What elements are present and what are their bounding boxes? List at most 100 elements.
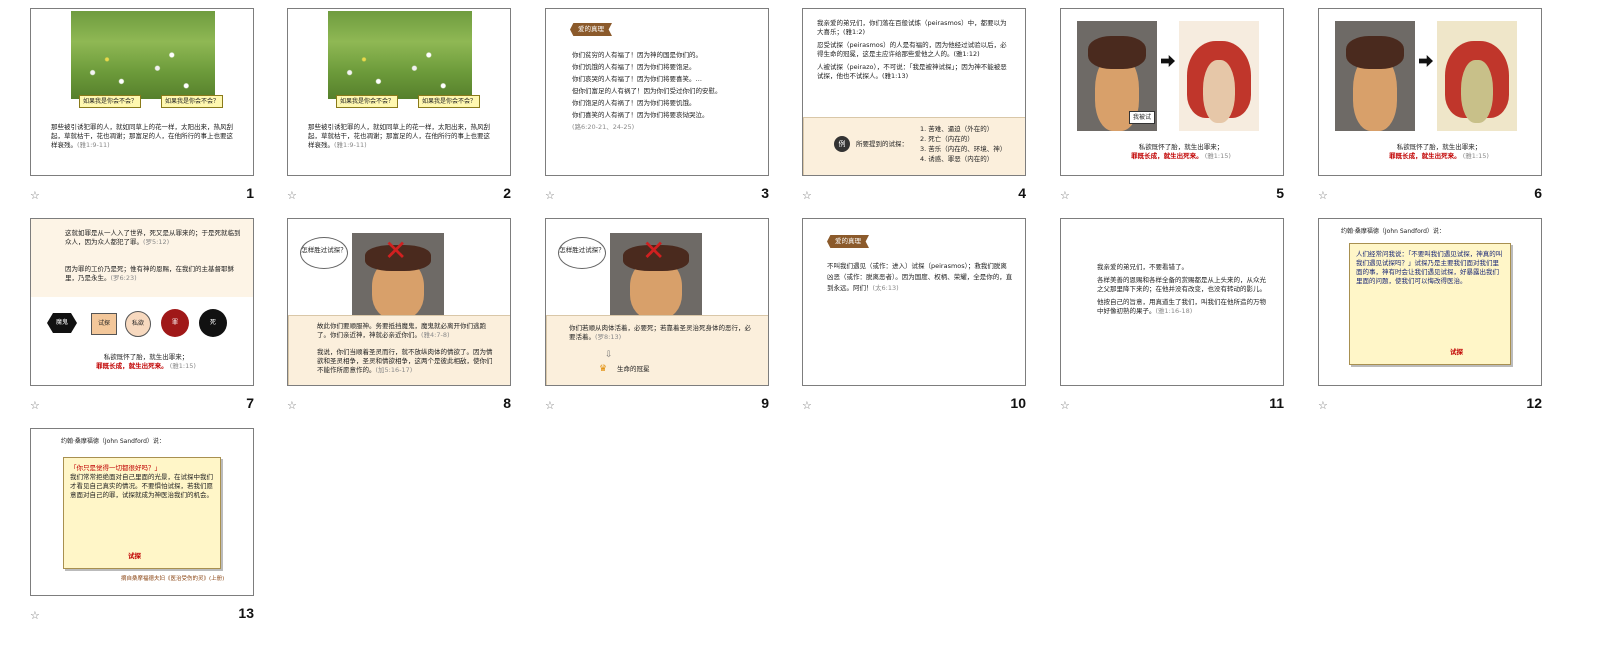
slide-thumbnail-6[interactable]: 私欲既怀了胎，就生出罪来； 罪既长成，就生出死来。 (雅1:15) [1318, 8, 1542, 176]
slide-text: 你们贫穷的人有福了！因为神的国是你们的。 你们饥饿的人有福了！因为你们将要饱足。… [572, 51, 722, 131]
crown-icon: ♛ [599, 364, 608, 374]
slide-thumbnail-13[interactable]: 约翰·桑摩福德（John Sandford）说： 「你只是觉得一切都很好吗？」 … [30, 428, 254, 596]
callout: 如果我是你会不会？ [79, 95, 142, 108]
star-icon: ☆ [802, 189, 812, 202]
slide-number: 3 [761, 185, 769, 201]
slide-cell: 我亲爱的弟兄们，你们落在百般试炼（peirasmos）中，都要以为大喜乐；(雅1… [802, 8, 1026, 208]
text-band: 你们若顺从肉体活着，必要死；若靠着圣灵治死身体的恶行，必要活着。(罗8:13) … [546, 315, 768, 385]
slide-text: 这就如罪是从一人入了世界，死又是从罪来的；于是死就临到众人，因为众人都犯了罪。(… [65, 229, 241, 246]
section-tag: 爱的真理 [570, 23, 612, 36]
slide-text: 那些被引诱犯罪的人，就如同草上的花一样，太阳出来，热风刮起，草就枯干，花也凋谢；… [51, 123, 233, 149]
arrow-icon [1419, 55, 1433, 67]
crown-label: 生命的冠冕 [617, 365, 650, 373]
star-icon: ☆ [1318, 189, 1328, 202]
slide-cell: 约翰·桑摩福德（John Sandford）说： 人们经常问我说：「不要叫我们遇… [1318, 218, 1542, 418]
slide-text: 那些被引诱犯罪的人，就如同草上的花一样，太阳出来，热风刮起，草就枯干，花也凋谢；… [308, 123, 490, 149]
chain-node: 试探 [91, 313, 117, 335]
woman-face-image [1437, 21, 1517, 131]
slide-number: 5 [1276, 185, 1284, 201]
star-icon: ☆ [545, 399, 555, 412]
slide-text: 你们若顺从肉体活着，必要死；若靠着圣灵治死身体的恶行，必要活着。(罗8:13) [569, 324, 751, 341]
star-icon: ☆ [287, 399, 297, 412]
slide-cell: 如果我是你会不会？ 如果我是你会不会？ 那些被引诱犯罪的人，就如同草上的花一样，… [30, 8, 254, 208]
slide-cell: 怎样胜过试探？ ✕ 你们若顺从肉体活着，必要死；若靠着圣灵治死身体的恶行，必要活… [545, 218, 769, 418]
slide-thumbnail-12[interactable]: 约翰·桑摩福德（John Sandford）说： 人们经常问我说：「不要叫我们遇… [1318, 218, 1542, 386]
slide-thumbnail-11[interactable]: 我亲爱的弟兄们，不要看错了。 各样美善的恩赐和各样全备的赏赐都是从上头来的，从众… [1060, 218, 1284, 386]
note-text: 「你只是觉得一切都很好吗？」 我们常常拒绝面对自己里面的光景，在试探中我们才看见… [70, 464, 213, 499]
note-text: 人们经常问我说：「不要叫我们遇见试探，神真的叫我们遇见试探吗？」试探乃是主要我们… [1356, 250, 1503, 285]
meadow-image [71, 11, 215, 99]
star-icon: ☆ [1318, 399, 1328, 412]
text-band: 故此你们要顺服神。务要抵挡魔鬼，魔鬼就必离开你们逃跑了。你们亲近神，神就必亲近你… [288, 315, 510, 385]
slide-thumbnail-1[interactable]: 如果我是你会不会？ 如果我是你会不会？ 那些被引诱犯罪的人，就如同草上的花一样，… [30, 8, 254, 176]
callout: 如果我是你会不会？ [161, 95, 224, 108]
thought-bubble: 怎样胜过试探？ [300, 237, 348, 269]
chain-node: 私欲 [125, 311, 151, 337]
cross-mark-icon: ✕ [642, 234, 666, 267]
slide-text: 我亲爱的弟兄们，不要看错了。 各样美善的恩赐和各样全备的赏赐都是从上头来的，从众… [1097, 263, 1266, 315]
cross-mark-icon: ✕ [384, 234, 408, 267]
star-icon: ☆ [802, 399, 812, 412]
slide-thumbnail-10[interactable]: 爱的真理 不叫我们遇见（或作：进入）试探（peirasmos）；救我们脱离凶恶（… [802, 218, 1026, 386]
man-face-image [1335, 21, 1415, 131]
slide-thumbnail-5[interactable]: 我被试 私欲既怀了胎，就生出罪来； 罪既长成，就生出死来。 (雅1:15) [1060, 8, 1284, 176]
slide-number: 8 [503, 395, 511, 411]
chain-node: 死 [199, 309, 227, 337]
section-tag: 爱的真理 [827, 235, 869, 248]
down-arrow-icon: ⇩ [605, 350, 613, 360]
sticky-note: 「你只是觉得一切都很好吗？」 我们常常拒绝面对自己里面的光景，在试探中我们才看见… [63, 457, 221, 569]
slide-footer: 摘自桑摩福德夫妇《医治受伤的灵》(上册) [121, 576, 225, 582]
chain-node: 罪 [161, 309, 189, 337]
slide-text: 我说，你们当顺着圣灵而行，就不放纵肉体的情欲了。因为情欲和圣灵相争，圣灵和情欲相… [317, 348, 493, 374]
slide-text: 故此你们要顺服神。务要抵挡魔鬼，魔鬼就必离开你们逃跑了。你们亲近神，神就必亲近你… [317, 322, 486, 339]
chain-node: 魔鬼 [47, 313, 77, 333]
slide-cell: 约翰·桑摩福德（John Sandford）说： 「你只是觉得一切都很好吗？」 … [30, 428, 254, 628]
slide-cell: 怎样胜过试探？ ✕ 故此你们要顺服神。务要抵挡魔鬼，魔鬼就必离开你们逃跑了。你们… [287, 218, 511, 418]
slide-number: 11 [1269, 395, 1284, 411]
slide-number: 7 [246, 395, 254, 411]
star-icon: ☆ [30, 189, 40, 202]
slide-thumbnail-4[interactable]: 我亲爱的弟兄们，你们落在百般试炼（peirasmos）中，都要以为大喜乐；(雅1… [802, 8, 1026, 176]
slide-text: 我亲爱的弟兄们，你们落在百般试炼（peirasmos）中，都要以为大喜乐；(雅1… [817, 19, 1007, 80]
slide-header: 约翰·桑摩福德（John Sandford）说： [61, 438, 165, 445]
slide-text: 不叫我们遇见（或作：进入）试探（peirasmos）；救我们脱离凶恶（或作：脱离… [827, 262, 1013, 292]
slide-number: 9 [761, 395, 769, 411]
arrow-icon [1161, 55, 1175, 67]
slide-number: 4 [1018, 185, 1026, 201]
slide-thumbnail-7[interactable]: 这就如罪是从一人入了世界，死又是从罪来的；于是死就临到众人，因为众人都犯了罪。(… [30, 218, 254, 386]
thought-bubble: 怎样胜过试探？ [558, 237, 606, 269]
diagram-area: 魔鬼 试探 私欲 罪 死 私欲既怀了胎，就生出罪来； 罪既长成，就生出死来。 (… [31, 297, 253, 385]
star-icon: ☆ [287, 189, 297, 202]
slide-cell: 这就如罪是从一人入了世界，死又是从罪来的；于是死就临到众人，因为众人都犯了罪。(… [30, 218, 254, 418]
slide-number: 12 [1526, 395, 1542, 411]
slide-sorter-grid: 如果我是你会不会？ 如果我是你会不会？ 那些被引诱犯罪的人，就如同草上的花一样，… [0, 0, 1600, 650]
star-icon: ☆ [1060, 189, 1070, 202]
note-highlight: 试探 [1450, 348, 1463, 356]
woman-face-image [1179, 21, 1259, 131]
star-icon: ☆ [1060, 399, 1070, 412]
star-icon: ☆ [30, 609, 40, 622]
slide-cell: 私欲既怀了胎，就生出罪来； 罪既长成，就生出死来。 (雅1:15) ☆ 6 [1318, 8, 1542, 208]
slide-cell: 如果我是你会不会？ 如果我是你会不会？ 那些被引诱犯罪的人，就如同草上的花一样，… [287, 8, 511, 208]
box-list: 1. 苦难、逼迫（外在的） 2. 死亡（内在的） 3. 苦乐（内在的、环境、神）… [920, 125, 1007, 163]
slide-number: 6 [1534, 185, 1542, 201]
slide-text: 私欲既怀了胎，就生出罪来； 罪既长成，就生出死来。 (雅1:15) [1131, 143, 1231, 160]
slide-text: 私欲既怀了胎，就生出罪来； 罪既长成，就生出死来。 (雅1:15) [1389, 143, 1489, 160]
info-box: 例 所要提到的试探： 1. 苦难、逼迫（外在的） 2. 死亡（内在的） 3. 苦… [803, 117, 1025, 175]
speech-bubble: 我被试 [1129, 111, 1156, 124]
slide-thumbnail-3[interactable]: 爱的真理 你们贫穷的人有福了！因为神的国是你们的。 你们饥饿的人有福了！因为你们… [545, 8, 769, 176]
slide-thumbnail-9[interactable]: 怎样胜过试探？ ✕ 你们若顺从肉体活着，必要死；若靠着圣灵治死身体的恶行，必要活… [545, 218, 769, 386]
star-icon: ☆ [30, 399, 40, 412]
slide-cell: 我被试 私欲既怀了胎，就生出罪来； 罪既长成，就生出死来。 (雅1:15) ☆ … [1060, 8, 1284, 208]
slide-thumbnail-2[interactable]: 如果我是你会不会？ 如果我是你会不会？ 那些被引诱犯罪的人，就如同草上的花一样，… [287, 8, 511, 176]
slide-header: 约翰·桑摩福德（John Sandford）说： [1341, 228, 1445, 235]
slide-number: 10 [1010, 395, 1026, 411]
slide-number: 2 [503, 185, 511, 201]
slide-number: 1 [246, 185, 254, 201]
slide-cell: 我亲爱的弟兄们，不要看错了。 各样美善的恩赐和各样全备的赏赐都是从上头来的，从众… [1060, 218, 1284, 418]
note-highlight: 试探 [128, 552, 141, 560]
slide-cell: 爱的真理 不叫我们遇见（或作：进入）试探（peirasmos）；救我们脱离凶恶（… [802, 218, 1026, 418]
box-label: 所要提到的试探： [856, 140, 908, 148]
slide-text: 私欲既怀了胎，就生出罪来； 罪既长成，就生出死来。 (雅1:15) [96, 353, 196, 370]
slide-thumbnail-8[interactable]: 怎样胜过试探？ ✕ 故此你们要顺服神。务要抵挡魔鬼，魔鬼就必离开你们逃跑了。你们… [287, 218, 511, 386]
